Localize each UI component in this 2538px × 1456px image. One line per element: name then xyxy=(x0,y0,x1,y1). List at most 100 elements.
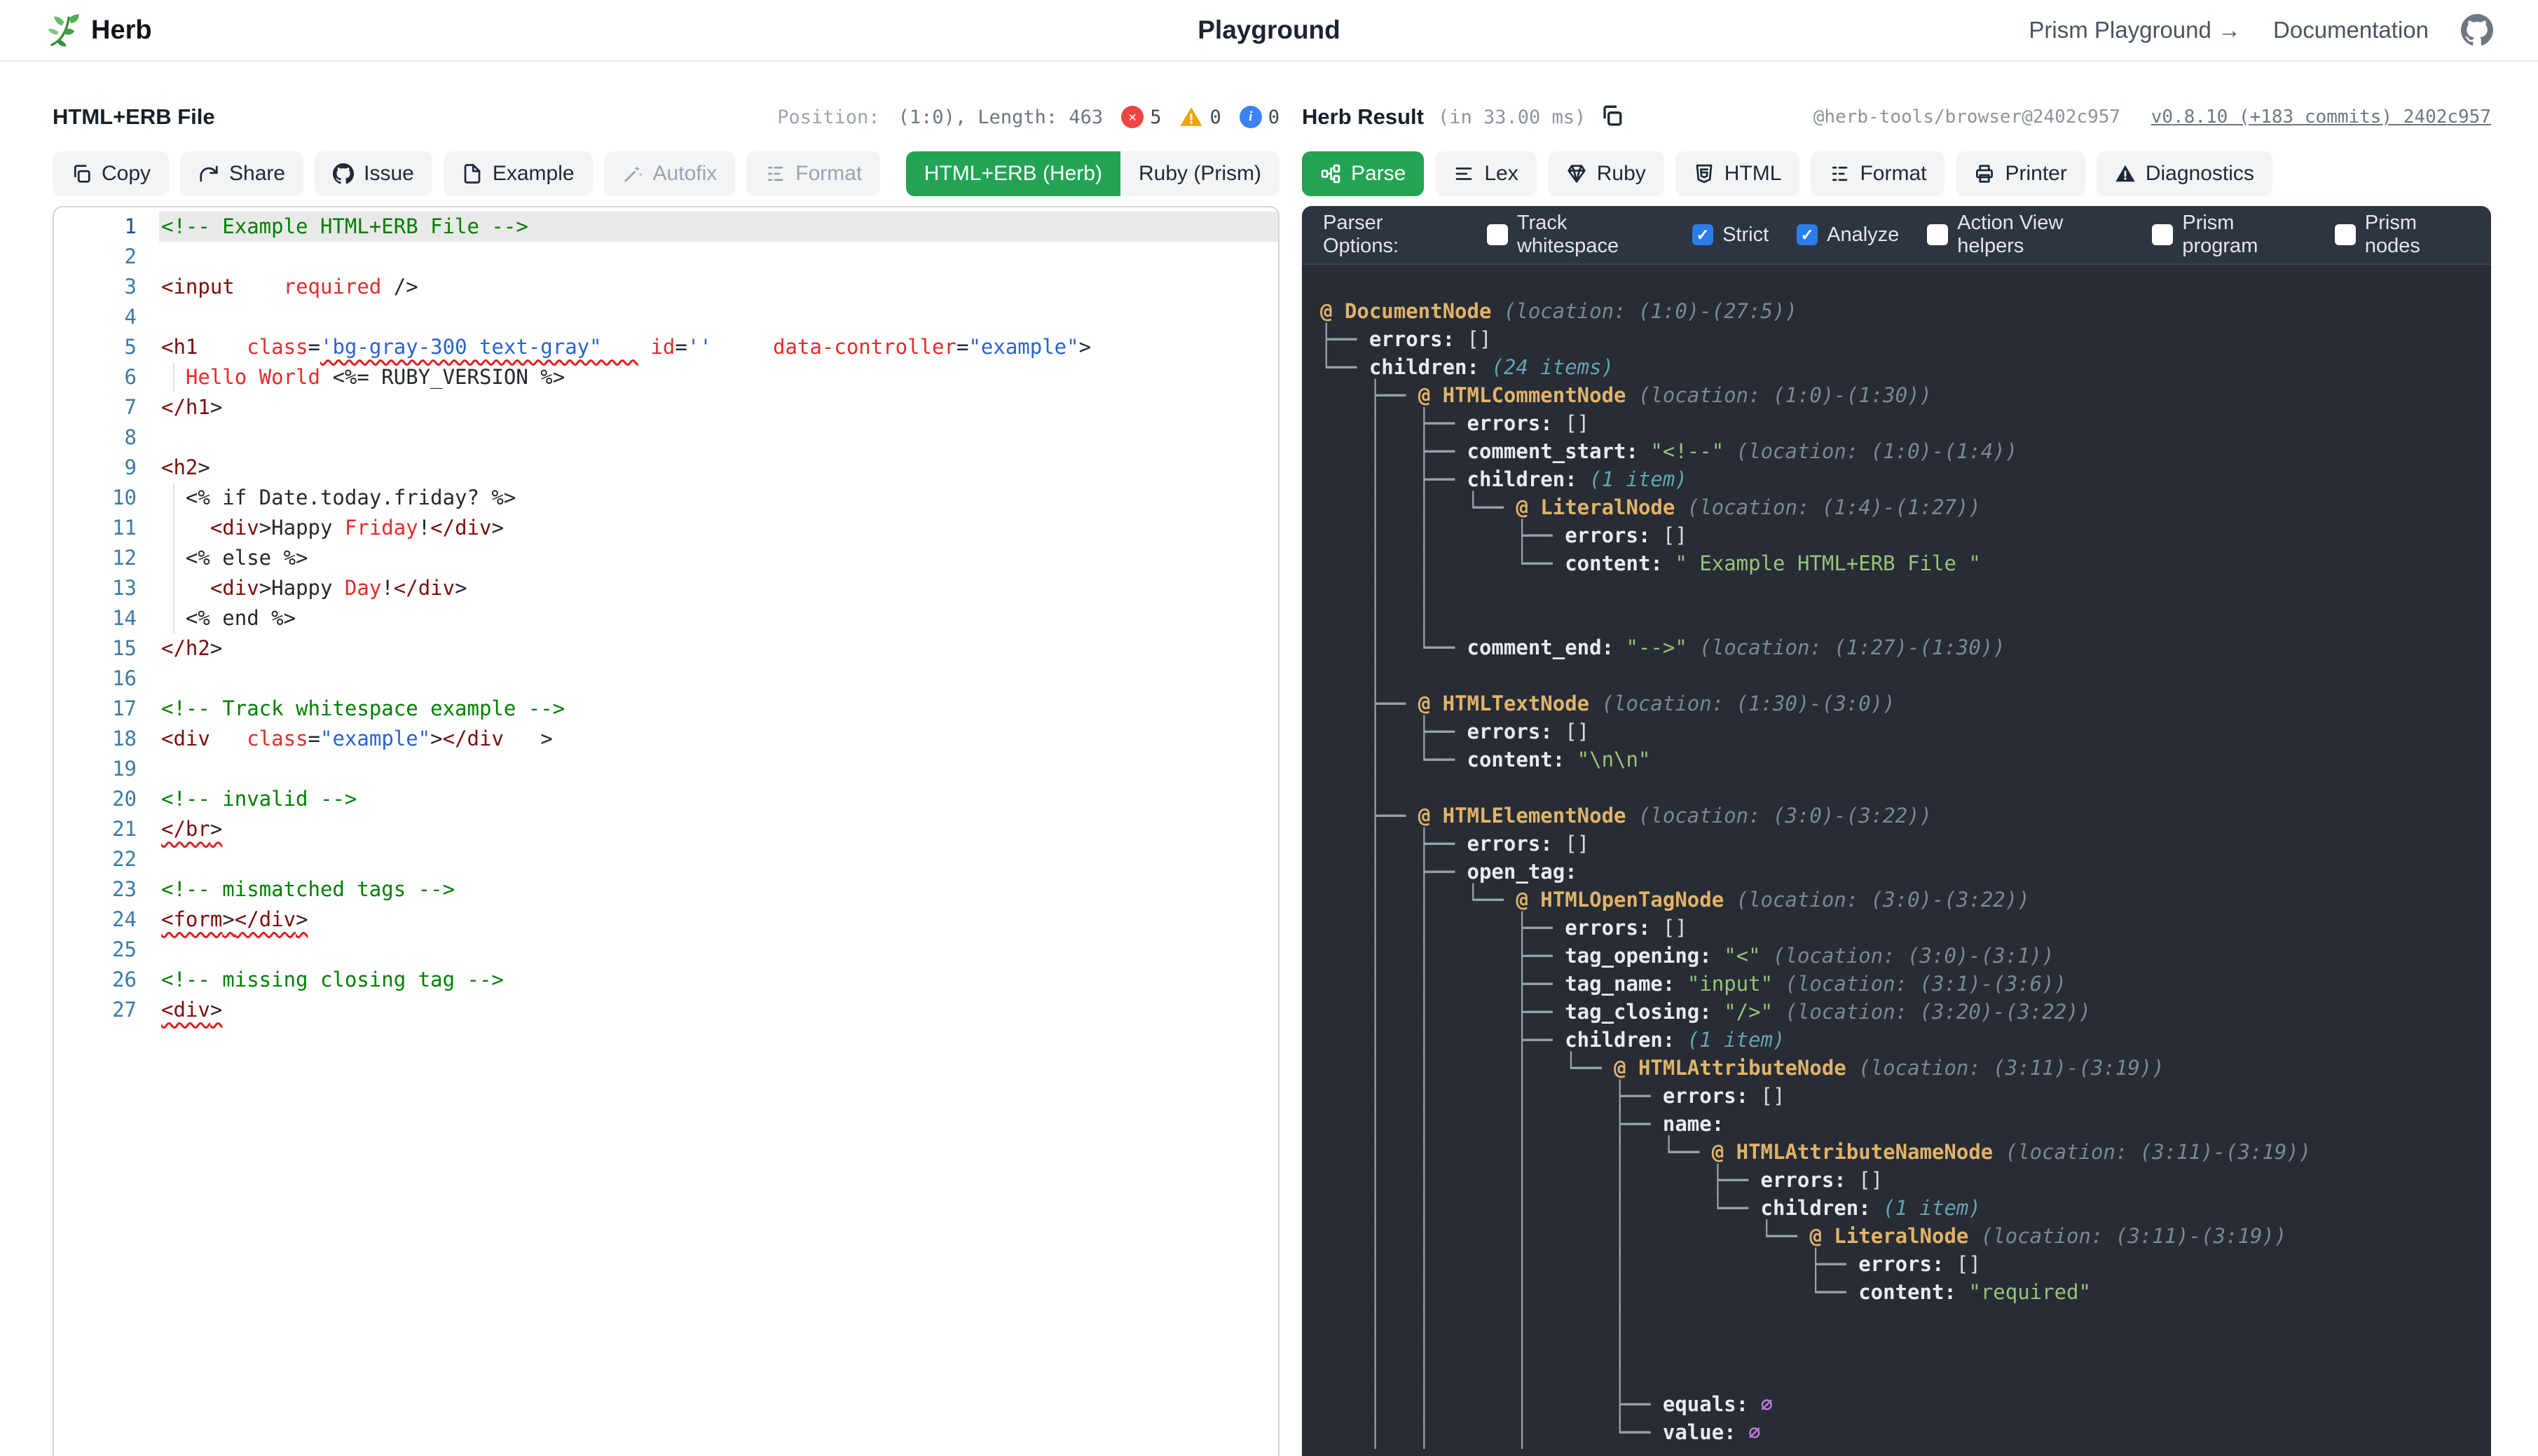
code-line-15[interactable]: 15</h2> xyxy=(54,633,1278,664)
prism-playground-link[interactable]: Prism Playground → xyxy=(2029,17,2241,43)
code-lines: 1<!-- Example HTML+ERB File -->23<input … xyxy=(54,212,1278,1025)
code-editor[interactable]: 1<!-- Example HTML+ERB File -->23<input … xyxy=(53,206,1280,1456)
code-line-text xyxy=(159,935,1278,965)
line-number: 22 xyxy=(54,844,159,874)
code-line-6[interactable]: 6 Hello World <%= RUBY_VERSION %> xyxy=(54,362,1278,392)
code-line-7[interactable]: 7</h1> xyxy=(54,392,1278,423)
parser-option-track-whitespace[interactable]: Track whitespace xyxy=(1487,212,1664,258)
parser-options-label: Parser Options: xyxy=(1323,212,1459,258)
copy-button[interactable]: Copy xyxy=(53,151,169,196)
issue-button[interactable]: Issue xyxy=(315,151,432,196)
tree-line: @ DocumentNode (location: (1:0)-(27:5)) xyxy=(1320,297,2491,325)
result-panel-title: Herb Result xyxy=(1302,104,1424,130)
code-line-10[interactable]: 10 <% if Date.today.friday? %> xyxy=(54,483,1278,513)
tree-line: │ │ └── content: " Example HTML+ERB File… xyxy=(1320,549,2491,577)
tree-line: ├── errors: [] xyxy=(1320,325,2491,353)
tree-line: │ ├── errors: [] xyxy=(1320,830,2491,858)
line-number: 7 xyxy=(54,392,159,423)
lex-button[interactable]: Lex xyxy=(1435,151,1536,196)
parser-option-prism-nodes[interactable]: Prism nodes xyxy=(2335,212,2470,258)
code-line-8[interactable]: 8 xyxy=(54,423,1278,453)
tab-ruby-prism[interactable]: Ruby (Prism) xyxy=(1120,151,1280,196)
tab-html-erb-herb[interactable]: HTML+ERB (Herb) xyxy=(906,151,1120,196)
code-line-17[interactable]: 17<!-- Track whitespace example --> xyxy=(54,694,1278,724)
code-line-text: <div>Happy Friday!</div> xyxy=(159,513,1278,543)
code-line-9[interactable]: 9<h2> xyxy=(54,453,1278,483)
ruby-button[interactable]: Ruby xyxy=(1548,151,1664,196)
line-number: 26 xyxy=(54,965,159,995)
checkbox-strict[interactable]: ✓ xyxy=(1692,224,1713,245)
checkbox-prism-program[interactable] xyxy=(2152,224,2173,245)
autofix-button[interactable]: Autofix xyxy=(604,151,736,196)
code-line-5[interactable]: 5<h1 class='bg-gray-300 text-gray" id=''… xyxy=(54,332,1278,362)
format-button[interactable]: Format xyxy=(746,151,880,196)
code-line-13[interactable]: 13 <div>Happy Day!</div> xyxy=(54,573,1278,603)
error-badge: ✕ 5 xyxy=(1121,106,1161,128)
checkbox-track-whitespace[interactable] xyxy=(1487,224,1508,245)
checkbox-analyze[interactable]: ✓ xyxy=(1797,224,1818,245)
source-panel-title: HTML+ERB File xyxy=(53,104,215,130)
code-line-12[interactable]: 12 <% else %> xyxy=(54,543,1278,573)
code-line-27[interactable]: 27<div> xyxy=(54,995,1278,1025)
version-link[interactable]: v0.8.10 (+183 commits) 2402c957 xyxy=(2151,107,2491,128)
example-button[interactable]: Example xyxy=(444,151,593,196)
code-line-23[interactable]: 23<!-- mismatched tags --> xyxy=(54,874,1278,905)
code-line-21[interactable]: 21</br> xyxy=(54,814,1278,844)
code-line-20[interactable]: 20<!-- invalid --> xyxy=(54,784,1278,814)
code-line-22[interactable]: 22 xyxy=(54,844,1278,874)
github-icon[interactable] xyxy=(2461,14,2493,46)
code-line-25[interactable]: 25 xyxy=(54,935,1278,965)
wand-icon xyxy=(622,163,643,184)
checkbox-action-view-helpers[interactable] xyxy=(1927,224,1948,245)
info-badge: i 0 xyxy=(1240,106,1280,128)
github-issue-icon xyxy=(333,163,354,184)
code-line-18[interactable]: 18<div class="example"></div > xyxy=(54,724,1278,754)
result-panel: Parser Options: Track whitespace✓Strict✓… xyxy=(1302,206,2491,1456)
code-line-text: </h2> xyxy=(159,633,1278,664)
brand-name: Herb xyxy=(91,15,152,46)
warning-badge: 0 xyxy=(1179,105,1221,129)
code-line-16[interactable]: 16 xyxy=(54,664,1278,694)
line-number: 1 xyxy=(54,212,159,242)
brand[interactable]: Herb xyxy=(45,12,152,48)
code-line-24[interactable]: 24<form></div> xyxy=(54,905,1278,935)
tree-line: │ │ xyxy=(1320,605,2491,633)
tree-line: ├── @ HTMLElementNode (location: (3:0)-(… xyxy=(1320,802,2491,830)
code-line-2[interactable]: 2 xyxy=(54,242,1278,272)
printer-button[interactable]: Printer xyxy=(1956,151,2085,196)
parser-option-strict[interactable]: ✓Strict xyxy=(1692,212,1769,258)
html5-icon xyxy=(1694,163,1715,184)
parse-time: (in 33.00 ms) xyxy=(1438,107,1586,128)
code-line-text: <form></div> xyxy=(159,905,1278,935)
code-line-text xyxy=(159,664,1278,694)
parse-button[interactable]: Parse xyxy=(1302,151,1424,196)
code-line-text: <% end %> xyxy=(159,603,1278,633)
code-line-text: <!-- invalid --> xyxy=(159,784,1278,814)
share-button[interactable]: Share xyxy=(180,151,303,196)
code-line-text xyxy=(159,844,1278,874)
result-format-button[interactable]: Format xyxy=(1811,151,1944,196)
parser-option-analyze[interactable]: ✓Analyze xyxy=(1797,212,1899,258)
page-title: Playground xyxy=(1198,15,1340,45)
copy-result-button[interactable] xyxy=(1600,104,1624,131)
code-line-14[interactable]: 14 <% end %> xyxy=(54,603,1278,633)
warning-triangle-icon xyxy=(2115,163,2136,184)
code-line-4[interactable]: 4 xyxy=(54,302,1278,332)
parser-option-prism-program[interactable]: Prism program xyxy=(2152,212,2307,258)
code-line-19[interactable]: 19 xyxy=(54,754,1278,784)
line-number: 23 xyxy=(54,874,159,905)
diagnostics-button[interactable]: Diagnostics xyxy=(2097,151,2272,196)
html-button[interactable]: HTML xyxy=(1675,151,1800,196)
top-nav: Herb Playground Prism Playground → Docum… xyxy=(0,0,2538,62)
code-line-text: Hello World <%= RUBY_VERSION %> xyxy=(159,362,1278,392)
line-number: 2 xyxy=(54,242,159,272)
documentation-link[interactable]: Documentation xyxy=(2273,17,2429,43)
copy-icon xyxy=(1600,104,1624,128)
parser-option-action-view-helpers[interactable]: Action View helpers xyxy=(1927,212,2124,258)
line-number: 21 xyxy=(54,814,159,844)
code-line-26[interactable]: 26<!-- missing closing tag --> xyxy=(54,965,1278,995)
code-line-1[interactable]: 1<!-- Example HTML+ERB File --> xyxy=(54,212,1278,242)
code-line-11[interactable]: 11 <div>Happy Friday!</div> xyxy=(54,513,1278,543)
checkbox-prism-nodes[interactable] xyxy=(2335,224,2356,245)
code-line-3[interactable]: 3<input required /> xyxy=(54,272,1278,302)
